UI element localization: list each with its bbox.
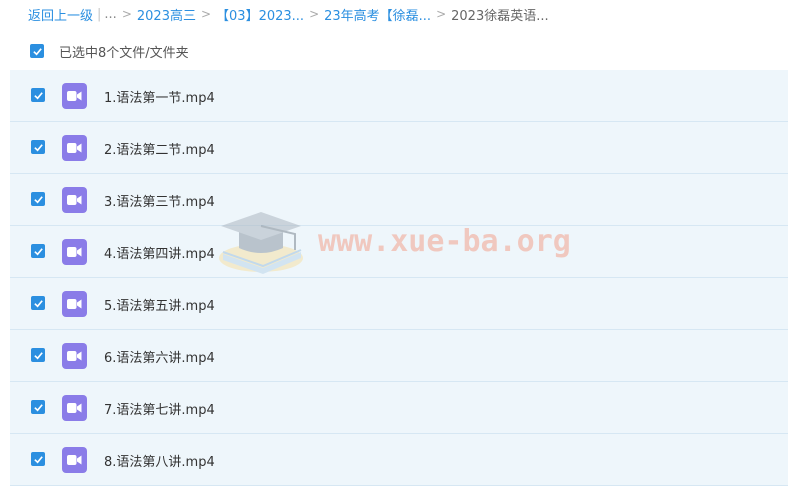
video-file-icon [62,135,87,161]
file-row[interactable]: 1.语法第一节.mp4 [10,70,788,122]
file-name[interactable]: 4.语法第四讲.mp4 [104,243,215,262]
breadcrumb-separator: > [200,7,212,21]
breadcrumb-current: 2023徐磊英语... [451,8,549,24]
file-row[interactable]: 6.语法第六讲.mp4 [10,330,788,382]
file-name[interactable]: 2.语法第二节.mp4 [104,139,215,158]
file-row[interactable]: 7.语法第七讲.mp4 [10,382,788,434]
file-checkbox[interactable] [31,244,45,258]
check-icon [33,351,43,359]
check-icon [33,403,43,411]
video-file-icon [62,343,87,369]
file-checkbox[interactable] [31,140,45,154]
breadcrumb-separator: > [309,7,320,21]
file-checkbox[interactable] [31,192,45,206]
file-list: 1.语法第一节.mp4 2.语法第二节.mp4 3.语法第三节.mp4 4.语法第四讲… [10,70,788,486]
check-icon [33,299,43,307]
check-icon [32,47,42,55]
file-name[interactable]: 1.语法第一节.mp4 [104,87,215,106]
breadcrumb: 返回上一级 | ... > 2023高三 > 【03】2023... > 23年… [0,0,788,28]
file-checkbox[interactable] [31,400,45,414]
file-name[interactable]: 8.语法第八讲.mp4 [104,451,215,470]
check-icon [33,247,43,255]
check-icon [33,143,43,151]
file-row[interactable]: 3.语法第三节.mp4 [10,174,788,226]
video-file-icon [62,83,87,109]
breadcrumb-ellipsis[interactable]: ... [104,7,116,22]
breadcrumb-item-03[interactable]: 【03】2023... [216,5,304,24]
file-checkbox[interactable] [31,88,45,102]
video-file-icon [62,291,87,317]
file-name[interactable]: 7.语法第七讲.mp4 [104,399,215,418]
file-row[interactable]: 8.语法第八讲.mp4 [10,434,788,486]
file-row[interactable]: 5.语法第五讲.mp4 [10,278,788,330]
selection-count-label: 已选中8个文件/文件夹 [59,45,189,61]
check-icon [33,91,43,99]
file-checkbox[interactable] [31,452,45,466]
file-name[interactable]: 6.语法第六讲.mp4 [104,347,215,366]
select-all-checkbox[interactable] [30,44,44,58]
breadcrumb-separator: > [436,7,447,21]
video-file-icon [62,447,87,473]
file-row[interactable]: 2.语法第二节.mp4 [10,122,788,174]
file-checkbox[interactable] [31,348,45,362]
back-link[interactable]: 返回上一级 [28,5,93,24]
check-icon [33,195,43,203]
breadcrumb-separator: > [121,7,132,21]
video-file-icon [62,239,87,265]
video-file-icon [62,187,87,213]
file-name[interactable]: 5.语法第五讲.mp4 [104,295,215,314]
selection-bar: 已选中8个文件/文件夹 [14,38,788,64]
file-name[interactable]: 3.语法第三节.mp4 [104,191,215,210]
check-icon [33,455,43,463]
breadcrumb-divider: | [97,6,102,22]
file-row[interactable]: 4.语法第四讲.mp4 [10,226,788,278]
breadcrumb-item-2023[interactable]: 2023高三 [137,5,196,24]
file-checkbox[interactable] [31,296,45,310]
video-file-icon [62,395,87,421]
breadcrumb-item-23[interactable]: 23年高考【徐磊... [324,5,431,24]
